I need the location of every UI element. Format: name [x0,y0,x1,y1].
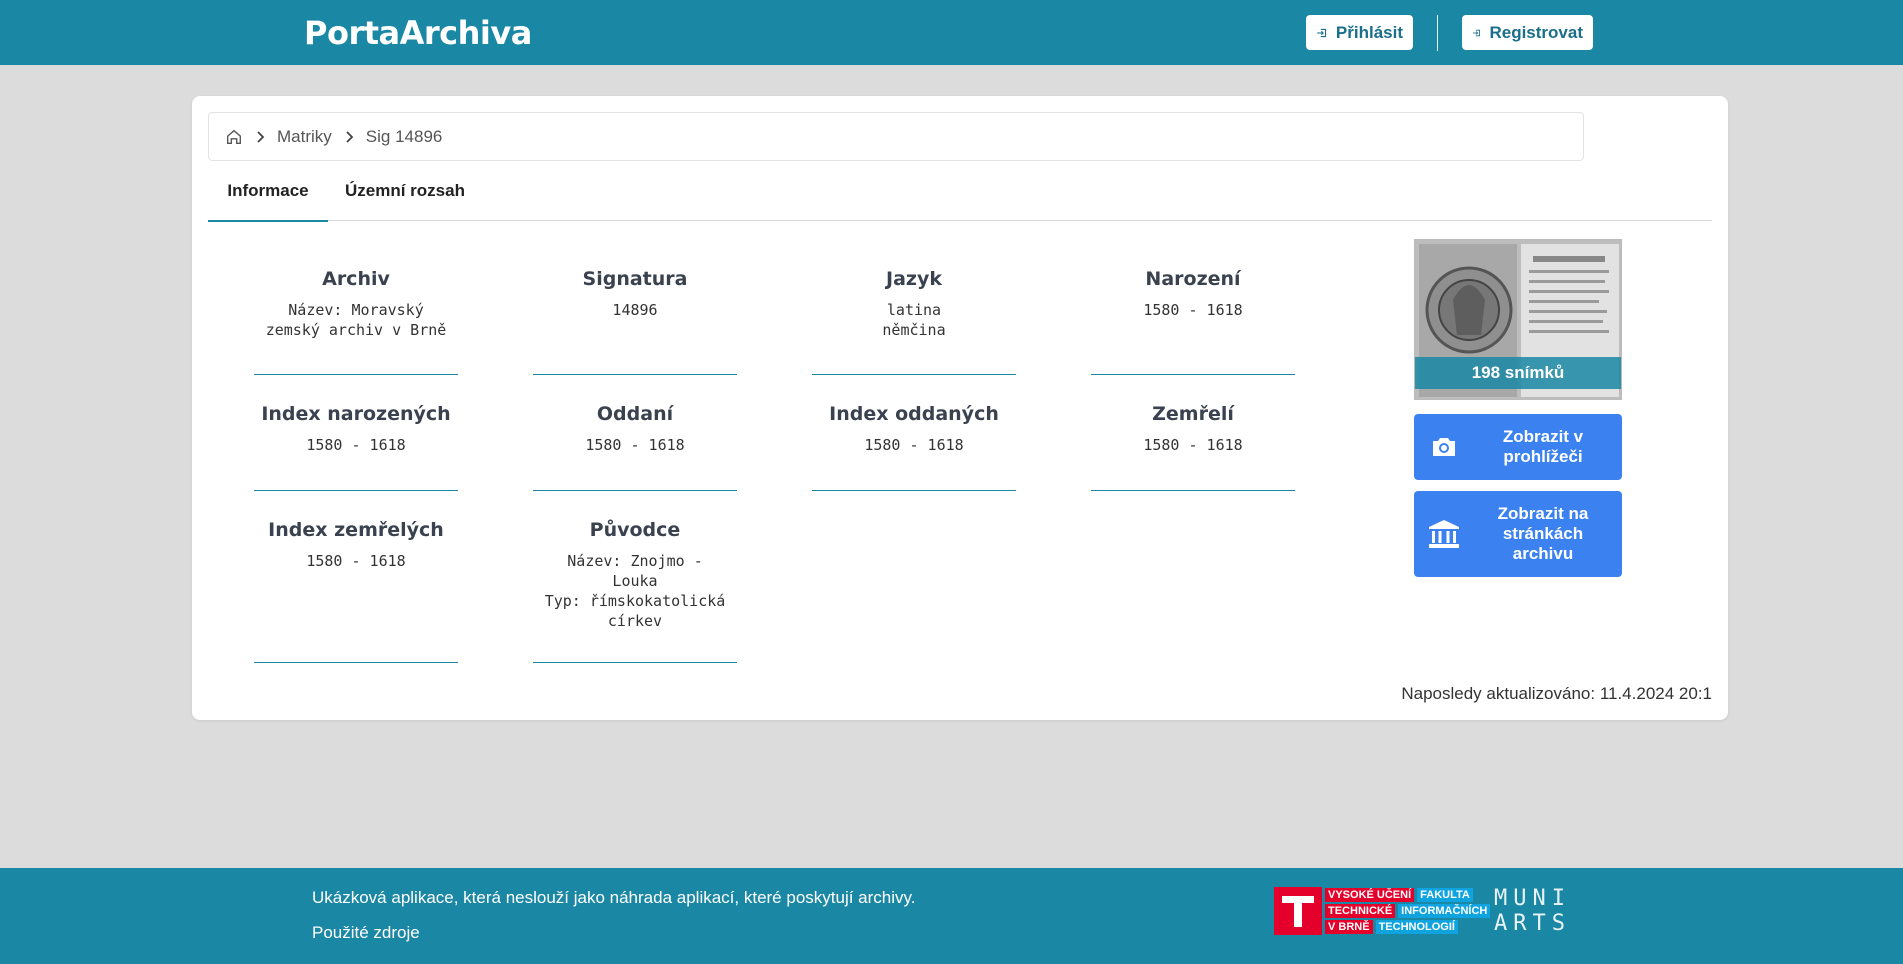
field-puvodce: Původce Název: Znojmo - Louka Typ: římsk… [533,519,737,663]
vut-fit-logo[interactable]: VYSOKÉ UČENÍ FAKULTA TECHNICKÉ INFORMAČN… [1274,887,1491,935]
field-value: Název: Moravský zemský archiv v Brně [265,301,447,339]
fit-logo-text: TECHNOLOGIÍ [1375,920,1458,934]
field-signatura: Signatura 14896 [533,268,737,375]
field-index-oddanych: Index oddaných 1580 - 1618 [812,403,1016,491]
field-value: 1580 - 1618 [306,552,406,570]
field-title: Jazyk [886,268,942,290]
vut-logo-text: VYSOKÉ UČENÍ [1325,888,1415,902]
field-jazyk: Jazyk latina němčina [812,268,1016,375]
top-header: PortaArchiva Přihlásit Registrovat [0,0,1903,65]
scan-count: 198 snímků [1415,357,1621,389]
field-title: Index oddaných [829,403,999,425]
field-title: Narození [1145,268,1241,290]
field-index-zemrelych: Index zemřelých 1580 - 1618 [254,519,458,663]
last-updated: Naposledy aktualizováno: 11.4.2024 20:1 [1401,684,1712,703]
field-title: Signatura [582,268,688,290]
field-zemreli: Zemřelí 1580 - 1618 [1091,403,1295,491]
sources-link[interactable]: Použité zdroje [312,923,420,943]
field-index-narozenych: Index narozených 1580 - 1618 [254,403,458,491]
field-value: 1580 - 1618 [1143,301,1243,319]
footer: Ukázková aplikace, která neslouží jako n… [0,868,1903,964]
field-value: 1580 - 1618 [864,436,964,454]
register-label: Registrovat [1489,22,1583,42]
breadcrumb-current: Sig 14896 [365,126,443,146]
home-icon[interactable] [225,128,243,146]
field-narozeni: Narození 1580 - 1618 [1091,268,1295,375]
scan-thumbnail[interactable]: 198 snímků [1414,239,1622,400]
footer-note: Ukázková aplikace, která neslouží jako n… [312,888,916,907]
chevron-right-icon [346,130,354,143]
open-viewer-label: Zobrazit v prohlížeči [1502,427,1584,466]
fit-logo-text: INFORMAČNÍCH [1398,904,1491,918]
login-label: Přihlásit [1335,22,1403,42]
field-value: latina němčina [882,301,946,339]
breadcrumb: Matriky Sig 14896 [208,112,1584,161]
tab-bar: Informace Územní rozsah [208,168,1712,222]
fit-logo-text: FAKULTA [1417,888,1473,902]
open-archive-label: Zobrazit na stránkách archivu [1497,504,1589,563]
tab-uzemni-rozsah[interactable]: Územní rozsah [328,168,482,220]
muni-arts-logo[interactable]: MUNI ARTS [1494,886,1571,936]
vut-logo-text: TECHNICKÉ [1325,904,1396,918]
login-icon [1472,29,1481,36]
field-value: 1580 - 1618 [1143,436,1243,454]
field-value: Název: Znojmo - Louka Typ: římskokatolic… [544,552,726,630]
chevron-right-icon [257,130,265,143]
header-divider [1437,15,1438,51]
record-card: Matriky Sig 14896 Informace Územní rozsa… [192,96,1728,720]
tab-informace[interactable]: Informace [208,168,328,222]
app-logo[interactable]: PortaArchiva [304,14,532,52]
camera-icon [1433,438,1455,456]
field-value: 1580 - 1618 [306,436,406,454]
vut-t-icon [1274,887,1322,935]
muni-logo-line2: ARTS [1494,911,1571,936]
login-icon [1317,28,1327,37]
field-title: Oddaní [596,403,674,425]
field-title: Index zemřelých [268,519,444,541]
login-button[interactable]: Přihlásit [1306,15,1413,50]
muni-logo-line1: MUNI [1494,886,1571,911]
register-button[interactable]: Registrovat [1462,15,1593,50]
open-archive-site-button[interactable]: Zobrazit na stránkách archivu [1414,491,1622,577]
field-title: Index narozených [261,403,451,425]
field-value: 14896 [612,301,658,319]
bank-icon [1429,520,1459,548]
field-title: Původce [589,519,681,541]
field-value: 1580 - 1618 [585,436,685,454]
open-viewer-button[interactable]: Zobrazit v prohlížeči [1414,414,1622,480]
field-title: Zemřelí [1152,403,1234,425]
vut-logo-text: V BRNĚ [1325,920,1373,934]
breadcrumb-matriky[interactable]: Matriky [277,127,332,147]
field-title: Archiv [322,268,390,290]
field-archiv: Archiv Název: Moravský zemský archiv v B… [254,268,458,375]
field-oddani: Oddaní 1580 - 1618 [533,403,737,491]
